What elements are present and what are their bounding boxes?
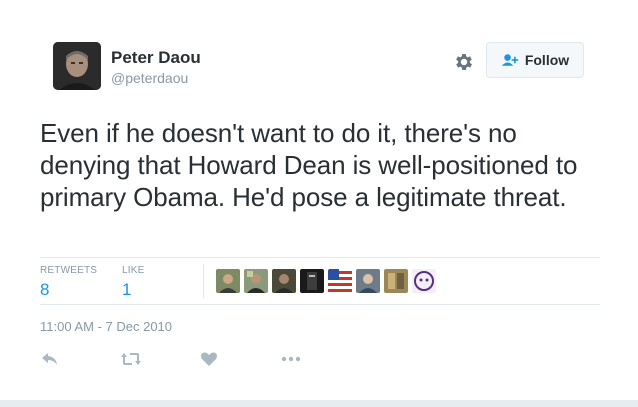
heart-icon[interactable] <box>200 350 222 370</box>
follow-button[interactable]: Follow <box>486 42 584 78</box>
liker-avatar-1[interactable] <box>216 269 240 293</box>
bottom-strip <box>0 400 638 407</box>
liker-avatars <box>216 269 436 293</box>
user-fullname[interactable]: Peter Daou <box>111 48 201 68</box>
liker-avatar-8[interactable] <box>412 269 436 293</box>
gear-icon[interactable] <box>453 51 475 73</box>
likes-count: 1 <box>122 280 132 299</box>
add-user-icon <box>501 54 519 66</box>
avatar[interactable] <box>53 42 101 90</box>
retweets-label: RETWEETS <box>40 265 98 276</box>
user-names: Peter Daou @peterdaou <box>111 48 201 87</box>
liker-avatar-6[interactable] <box>356 269 380 293</box>
liker-avatar-7[interactable] <box>384 269 408 293</box>
liker-avatar-3[interactable] <box>272 269 296 293</box>
retweets-stat[interactable]: RETWEETS 8 <box>40 265 97 301</box>
tweet-text: Even if he doesn't want to do it, there'… <box>40 118 578 212</box>
more-icon[interactable] <box>280 350 302 370</box>
tweet-timestamp[interactable]: 11:00 AM - 7 Dec 2010 <box>40 319 172 334</box>
likes-stat[interactable]: LIKE 1 <box>122 265 144 301</box>
stats-divider <box>203 264 204 298</box>
tweet-stats: RETWEETS 8 LIKE 1 <box>40 257 600 305</box>
reply-icon[interactable] <box>40 350 62 370</box>
retweet-icon[interactable] <box>120 350 142 370</box>
user-handle[interactable]: @peterdaou <box>111 69 201 87</box>
liker-avatar-4[interactable] <box>300 269 324 293</box>
tweet-header: Peter Daou @peterdaou Follow <box>53 42 593 92</box>
tweet-actions <box>40 350 340 370</box>
likes-label: LIKE <box>122 265 145 276</box>
follow-label: Follow <box>524 52 570 68</box>
retweets-count: 8 <box>40 280 50 299</box>
liker-avatar-5[interactable] <box>328 269 352 293</box>
liker-avatar-2[interactable] <box>244 269 268 293</box>
